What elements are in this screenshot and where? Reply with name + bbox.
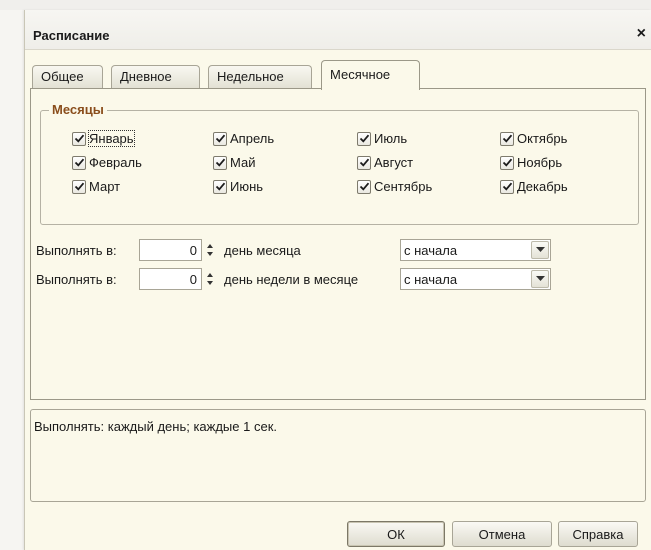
month-label: Июнь xyxy=(230,179,264,194)
checkmark-icon xyxy=(359,134,369,143)
background-strip xyxy=(0,0,651,10)
day-of-month-start-select[interactable]: с начала xyxy=(400,239,551,261)
month-checkbox-november[interactable]: Ноябрь xyxy=(500,154,562,171)
checkbox[interactable] xyxy=(500,131,514,146)
checkbox[interactable] xyxy=(72,131,86,146)
month-checkbox-december[interactable]: Декабрь xyxy=(500,178,568,195)
checkmark-icon xyxy=(502,158,512,167)
close-icon[interactable]: × xyxy=(637,25,646,43)
checkbox[interactable] xyxy=(357,131,371,146)
month-checkbox-august[interactable]: Август xyxy=(357,154,413,171)
checkmark-icon xyxy=(74,158,84,167)
cancel-button[interactable]: Отмена xyxy=(452,521,552,547)
month-label: Декабрь xyxy=(517,179,568,194)
checkmark-icon xyxy=(215,182,225,191)
checkbox[interactable] xyxy=(213,155,227,170)
checkmark-icon xyxy=(502,182,512,191)
day-of-month-input[interactable]: 0 xyxy=(139,239,202,261)
checkbox[interactable] xyxy=(357,155,371,170)
checkmark-icon xyxy=(215,134,225,143)
checkbox[interactable] xyxy=(500,155,514,170)
checkmark-icon xyxy=(74,134,84,143)
month-label: Май xyxy=(230,155,256,170)
month-label: Октябрь xyxy=(517,131,568,146)
tab-weekly[interactable]: Недельное xyxy=(208,65,312,88)
combo-value: с начала xyxy=(404,243,458,258)
checkmark-icon xyxy=(359,182,369,191)
spinner-up-down-icon[interactable] xyxy=(203,268,217,290)
month-checkbox-june[interactable]: Июнь xyxy=(213,178,263,195)
checkmark-icon xyxy=(359,158,369,167)
month-label: Март xyxy=(89,179,121,194)
month-checkbox-january[interactable]: Январь xyxy=(72,130,135,147)
month-checkbox-march[interactable]: Март xyxy=(72,178,120,195)
checkmark-icon xyxy=(215,158,225,167)
tab-daily[interactable]: Дневное xyxy=(111,65,200,88)
dialog-title: Расписание xyxy=(33,28,110,43)
month-label: Апрель xyxy=(230,131,275,146)
tab-monthly[interactable]: Месячное xyxy=(321,60,420,90)
month-label: Сентябрь xyxy=(374,179,433,194)
checkmark-icon xyxy=(74,182,84,191)
run-at-label-1: Выполнять в: xyxy=(36,243,117,258)
day-of-week-in-month-label: день недели в месяце xyxy=(224,272,359,287)
checkbox[interactable] xyxy=(500,179,514,194)
month-label: Август xyxy=(374,155,414,170)
day-of-week-in-month-input[interactable]: 0 xyxy=(139,268,202,290)
month-checkbox-april[interactable]: Апрель xyxy=(213,130,274,147)
title-bar[interactable]: Расписание × xyxy=(25,10,651,50)
month-label: Ноябрь xyxy=(517,155,563,170)
spinner-up-down-icon[interactable] xyxy=(203,239,217,261)
day-of-month-label: день месяца xyxy=(224,243,301,258)
monthly-panel: Месяцы Январь Февраль Март Апрель Май Июнь Июл… xyxy=(30,88,646,400)
schedule-description: Выполнять: каждый день; каждые 1 сек. xyxy=(30,409,646,502)
month-label: Январь xyxy=(88,130,135,147)
day-of-week-start-select[interactable]: с начала xyxy=(400,268,551,290)
checkbox[interactable] xyxy=(357,179,371,194)
month-checkbox-october[interactable]: Октябрь xyxy=(500,130,567,147)
checkbox[interactable] xyxy=(213,179,227,194)
months-group-title: Месяцы xyxy=(49,102,107,117)
month-label: Июль xyxy=(374,131,408,146)
checkbox[interactable] xyxy=(72,155,86,170)
checkmark-icon xyxy=(502,134,512,143)
month-label: Февраль xyxy=(89,155,142,170)
month-checkbox-july[interactable]: Июль xyxy=(357,130,407,147)
checkbox[interactable] xyxy=(72,179,86,194)
run-at-label-2: Выполнять в: xyxy=(36,272,117,287)
schedule-dialog: Расписание × Общее Дневное Недельное Мес… xyxy=(24,10,651,550)
month-checkbox-may[interactable]: Май xyxy=(213,154,255,171)
combo-value: с начала xyxy=(404,272,458,287)
month-checkbox-february[interactable]: Февраль xyxy=(72,154,142,171)
ok-button[interactable]: ОК xyxy=(347,521,445,547)
checkbox[interactable] xyxy=(213,131,227,146)
month-checkbox-september[interactable]: Сентябрь xyxy=(357,178,432,195)
tab-general[interactable]: Общее xyxy=(32,65,103,88)
chevron-down-icon[interactable] xyxy=(531,270,549,288)
months-group: Месяцы Январь Февраль Март Апрель Май Июнь Июл… xyxy=(40,102,639,225)
help-button[interactable]: Справка xyxy=(558,521,638,547)
chevron-down-icon[interactable] xyxy=(531,241,549,259)
